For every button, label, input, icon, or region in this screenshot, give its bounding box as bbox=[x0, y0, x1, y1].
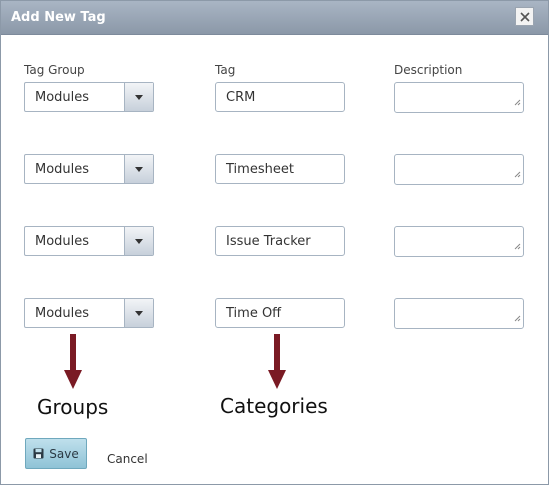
tag-input[interactable]: Time Off bbox=[215, 298, 345, 328]
resize-grip-icon[interactable] bbox=[514, 307, 521, 326]
tag-group-select[interactable]: Modules bbox=[24, 298, 154, 328]
triangle-down-icon bbox=[135, 94, 143, 100]
tag-input[interactable]: Timesheet bbox=[215, 154, 345, 184]
categories-annotation: Categories bbox=[220, 394, 328, 418]
tag-input[interactable]: CRM bbox=[215, 82, 345, 112]
tag-group-select-value: Modules bbox=[35, 306, 90, 321]
tag-group-select-value: Modules bbox=[35, 90, 90, 105]
triangle-down-icon bbox=[135, 238, 143, 244]
description-header: Description bbox=[394, 63, 463, 77]
floppy-disk-icon bbox=[33, 448, 44, 459]
tag-group-select-value: Modules bbox=[35, 162, 90, 177]
tag-input-value: Timesheet bbox=[226, 162, 294, 177]
tag-group-header: Tag Group bbox=[24, 63, 85, 77]
tag-input-value: Time Off bbox=[226, 306, 282, 321]
tag-header: Tag bbox=[215, 63, 236, 77]
description-textarea[interactable] bbox=[394, 226, 524, 257]
tag-group-select[interactable]: Modules bbox=[24, 226, 154, 256]
tag-input[interactable]: Issue Tracker bbox=[215, 226, 345, 256]
save-button-label: Save bbox=[49, 446, 79, 461]
tag-group-select[interactable]: Modules bbox=[24, 154, 154, 184]
dropdown-arrow-button[interactable] bbox=[124, 227, 153, 255]
tag-input-value: CRM bbox=[226, 90, 256, 105]
dialog-titlebar: Add New Tag bbox=[1, 1, 548, 35]
resize-grip-icon[interactable] bbox=[514, 91, 521, 110]
add-new-tag-dialog: Add New Tag Tag Group Tag Description Mo… bbox=[0, 0, 549, 485]
description-textarea[interactable] bbox=[394, 154, 524, 185]
tag-input-value: Issue Tracker bbox=[226, 234, 311, 249]
triangle-down-icon bbox=[135, 166, 143, 172]
resize-grip-icon[interactable] bbox=[514, 163, 521, 182]
down-arrow-icon bbox=[64, 334, 82, 389]
tag-group-select[interactable]: Modules bbox=[24, 82, 154, 112]
save-button[interactable]: Save bbox=[25, 438, 87, 469]
triangle-down-icon bbox=[135, 310, 143, 316]
dropdown-arrow-button[interactable] bbox=[124, 83, 153, 111]
close-icon bbox=[519, 11, 530, 22]
tag-group-select-value: Modules bbox=[35, 234, 90, 249]
dropdown-arrow-button[interactable] bbox=[124, 155, 153, 183]
cancel-link[interactable]: Cancel bbox=[107, 452, 148, 466]
down-arrow-icon bbox=[268, 334, 286, 389]
groups-annotation: Groups bbox=[37, 395, 109, 419]
resize-grip-icon[interactable] bbox=[514, 235, 521, 254]
description-textarea[interactable] bbox=[394, 82, 524, 113]
close-button[interactable] bbox=[515, 7, 534, 26]
dialog-title: Add New Tag bbox=[11, 10, 106, 25]
dropdown-arrow-button[interactable] bbox=[124, 299, 153, 327]
description-textarea[interactable] bbox=[394, 298, 524, 329]
